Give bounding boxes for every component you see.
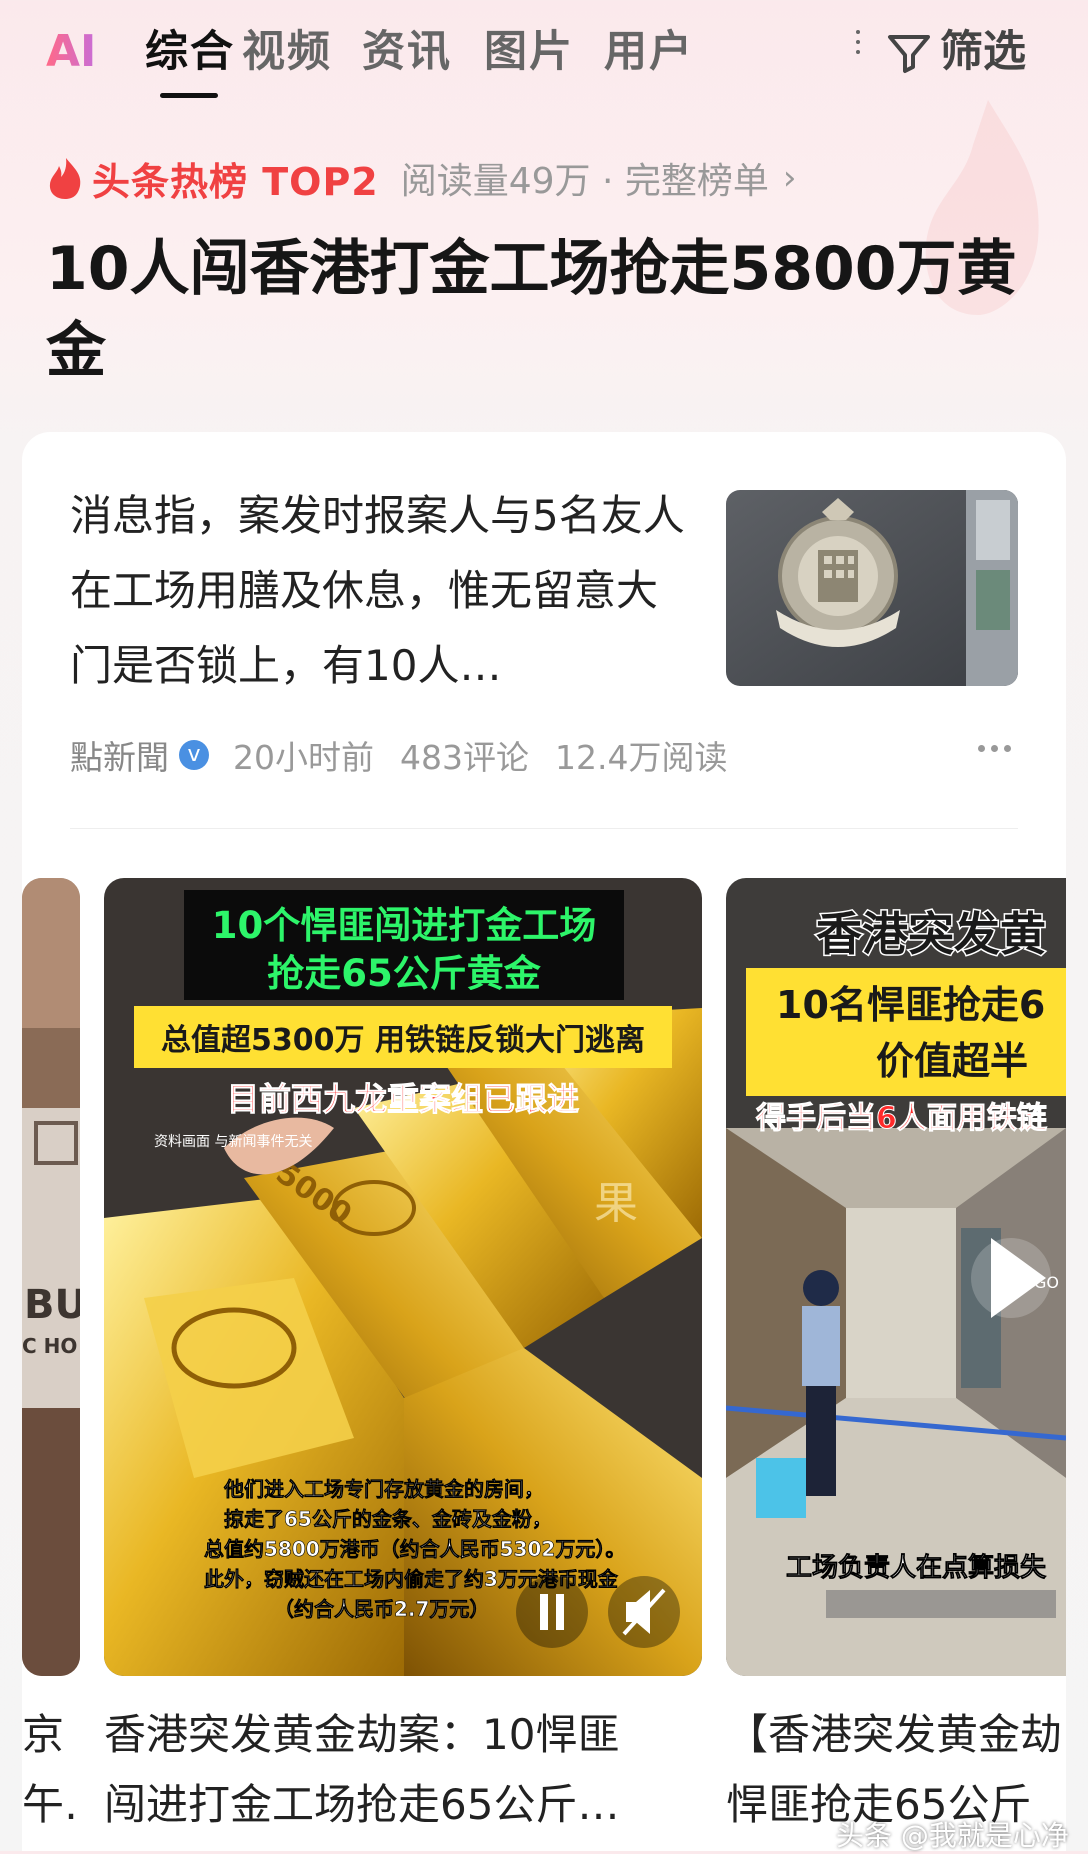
comment-count: 483评论: [400, 738, 529, 777]
tab-news[interactable]: 资讯: [362, 22, 452, 82]
article-meta: 點新聞 v 20小时前 483评论 12.4万阅读: [70, 730, 753, 780]
fire-icon: [49, 158, 81, 199]
overlay-text: GO: [1034, 1273, 1059, 1292]
overlay-text: 果: [594, 1178, 638, 1229]
tab-comprehensive[interactable]: 综合: [145, 22, 235, 82]
gold-bars-video-thumbnail: 5000 果 10个悍匪闯进打金工场 抢走65公斤黄金 总值超5300万 用铁链…: [104, 878, 702, 1676]
article-summary[interactable]: 消息指，案发时报案人与5名友人在工场用膳及休息，惟无留意大门是否锁上，有10人…: [70, 478, 690, 703]
overlay-text: 10个悍匪闯进打金工场: [212, 904, 597, 947]
overlay-text: 掠走了65公斤的金条、金砖及金粉，: [224, 1507, 552, 1531]
overlay-text: 抢走65公斤黄金: [267, 952, 541, 995]
video-card-next[interactable]: 香港突发黄 10名悍匪抢走6 价值超半 得手后当6人面用铁链 GO 工场负责人在…: [726, 878, 1066, 1676]
overlay-text: 资料画面 与新闻事件无关: [154, 1134, 312, 1150]
divider: [70, 828, 1018, 829]
overlay-text: 得手后当6人面用铁链: [755, 1101, 1047, 1136]
overlay-text: 总值约5800万港币（约合人民币5302万元）。: [204, 1537, 625, 1561]
filter-label: 筛选: [940, 27, 1026, 77]
overlay-text: 香港突发黄: [816, 907, 1046, 961]
overlay-text: （约合人民币2.7万元）: [274, 1597, 489, 1621]
publish-time: 20小时前: [233, 738, 374, 777]
video-card-previous[interactable]: BU C HO: [22, 878, 80, 1676]
tab-video[interactable]: 视频: [242, 22, 332, 82]
tab-images[interactable]: 图片: [484, 22, 574, 82]
video-card-main[interactable]: 5000 果 10个悍匪闯进打金工场 抢走65公斤黄金 总值超5300万 用铁链…: [104, 878, 702, 1676]
article-thumbnail[interactable]: [726, 490, 1018, 686]
ai-tab[interactable]: AI: [46, 22, 96, 82]
pause-button[interactable]: [516, 1576, 588, 1648]
overlay-text: 总值超5300万 用铁链反锁大门逃离: [161, 1023, 645, 1058]
overlay-text: 工场负责人在点算损失: [786, 1552, 1047, 1583]
police-badge-image: [726, 490, 1018, 686]
chevron-right-icon: ›: [782, 158, 797, 198]
overlay-text: 目前西九龙重案组已跟进: [227, 1080, 579, 1118]
more-tabs-icon[interactable]: [856, 30, 860, 74]
police-scene-video-thumbnail: 香港突发黄 10名悍匪抢走6 价值超半 得手后当6人面用铁链 GO 工场负责人在…: [726, 878, 1066, 1676]
video-title-main[interactable]: 香港突发黄金劫案：10悍匪 闯进打金工场抢走65公斤…: [104, 1700, 702, 1840]
active-tab-indicator: [160, 93, 218, 98]
watermark: 头条 @我就是心净: [836, 1819, 1069, 1852]
video-title-previous[interactable]: 京 午…: [22, 1700, 82, 1840]
filter-icon: [888, 35, 930, 73]
overlay-text: C HO: [22, 1334, 77, 1358]
verified-icon: v: [179, 740, 209, 770]
read-count: 12.4万阅读: [555, 738, 728, 777]
headline-title[interactable]: 10人闯香港打金工场抢走5800万黄金: [46, 228, 1046, 392]
overlay-text: 10名悍匪抢走6: [776, 983, 1045, 1027]
overlay-text: 他们进入工场专门存放黄金的房间，: [223, 1477, 544, 1501]
overlay-text: 价值超半: [876, 1039, 1028, 1083]
mute-button[interactable]: [608, 1576, 680, 1648]
filter-button[interactable]: 筛选: [886, 22, 1026, 82]
hot-rank-row[interactable]: 头条热榜 TOP2 阅读量49万 · 完整榜单 ›: [46, 148, 797, 208]
hot-rank-label: 头条热榜 TOP2: [92, 159, 379, 204]
video-thumbnail: BU C HO: [22, 878, 80, 1676]
overlay-text: BU: [24, 1282, 80, 1328]
tab-users[interactable]: 用户: [604, 22, 694, 82]
source-name[interactable]: 點新聞: [70, 731, 169, 779]
hot-rank-meta: 阅读量49万 · 完整榜单: [400, 161, 769, 202]
more-options-icon[interactable]: [978, 745, 1017, 752]
